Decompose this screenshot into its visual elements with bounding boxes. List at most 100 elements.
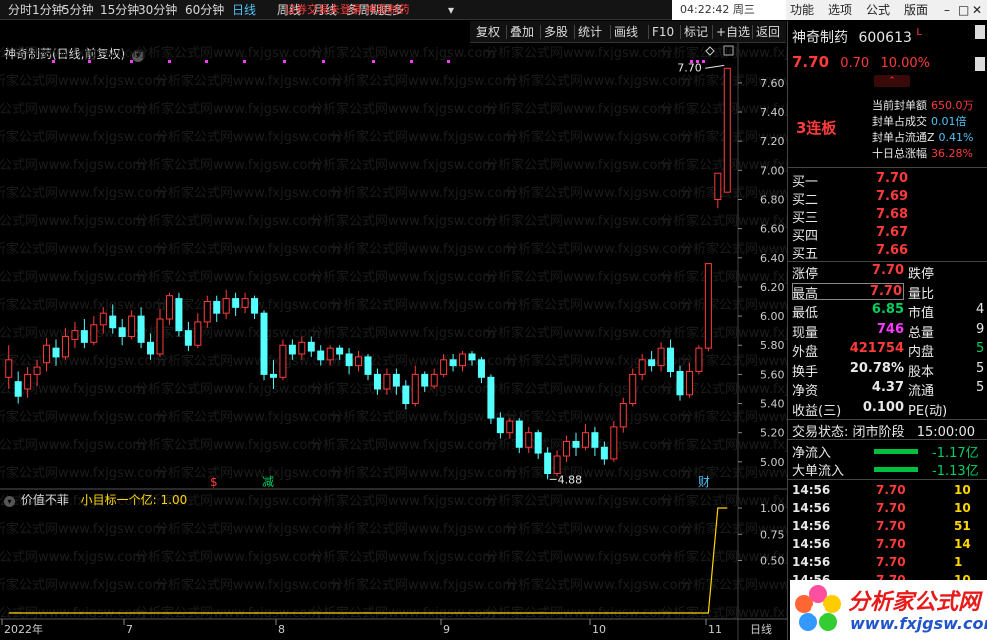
signal-dot <box>88 60 91 63</box>
candle-body <box>572 440 580 448</box>
timeframe-0[interactable]: 分时 <box>8 2 32 18</box>
candle-body <box>251 298 259 314</box>
quote-label-2: 流通 <box>908 384 935 399</box>
timeframe-4[interactable]: 30分钟 <box>138 2 177 18</box>
watermark-text: 分析家公式网www.fxjgsw.com <box>0 73 165 89</box>
tick-volume: 10 <box>954 483 971 497</box>
period-label: 日线 <box>750 622 772 636</box>
quote-value-2: 5 <box>976 380 985 395</box>
tick-time: 14:56 <box>792 483 831 497</box>
candle-body <box>61 335 69 358</box>
candle-body <box>109 315 117 329</box>
watermark-text: 分析家公式网www.fxjgsw.com <box>0 157 145 173</box>
candle <box>430 368 438 389</box>
watermark-text: 分析家公式网www.fxjgsw.com <box>0 101 145 117</box>
stock-tag: L <box>916 27 922 38</box>
candle-body <box>326 347 334 361</box>
menu-2[interactable]: 公式 <box>866 2 890 18</box>
watermark-text: 分析家公式网www.fxjgsw.com <box>505 129 690 145</box>
quote-label-2: PE(动) <box>908 403 948 419</box>
flow-label: 净流入 <box>792 446 832 461</box>
book-price: 7.66 <box>876 243 909 258</box>
candle <box>704 263 712 352</box>
signal-dot <box>372 60 375 63</box>
menu-3[interactable]: 版面 <box>904 2 928 18</box>
tick-row: 14:56 7.70 10 <box>792 501 971 515</box>
watermark-text: 分析家公式网www.fxjgsw.com <box>330 241 515 257</box>
window-min-icon[interactable]: – <box>944 2 950 18</box>
candle-body <box>685 370 693 396</box>
watermark-text: 分析家公式网www.fxjgsw.com <box>0 521 165 537</box>
book-price: 7.69 <box>876 189 909 204</box>
menu-1[interactable]: 选项 <box>828 2 852 18</box>
watermark-logo: 分析家公式网 www.fxjgsw.com <box>790 580 987 640</box>
price-label: 6.40 <box>760 252 785 265</box>
timeframe-6[interactable]: 日线 <box>232 2 256 18</box>
limit-row: 当前封单额 650.0万 <box>872 97 974 113</box>
timeframe-3[interactable]: 15分钟 <box>100 2 139 18</box>
stock-code: 600613 <box>858 30 912 46</box>
tick-price: 7.70 <box>876 555 906 569</box>
indicator-chevron-icon[interactable]: ▾ <box>4 496 15 507</box>
flow-bar <box>874 467 918 472</box>
candle-body <box>610 426 618 460</box>
quote-label-2: 股本 <box>908 364 935 380</box>
watermark-text: 分析家公式网www.fxjgsw.com <box>485 45 670 61</box>
candle <box>156 308 164 357</box>
high-annotation-arrow <box>705 64 725 69</box>
candle-body <box>648 359 656 367</box>
watermark-text: 分析家公式网www.fxjgsw.com <box>0 129 165 145</box>
watermark-text: 分析家公式网www.fxjgsw.com <box>330 409 515 425</box>
tick-volume: 1 <box>954 555 963 569</box>
expand-toggle[interactable]: ⌃ <box>874 75 910 87</box>
more-dropdown-icon[interactable]: ▾ <box>448 2 454 18</box>
candle-body <box>288 344 296 355</box>
signal-dot <box>696 60 699 63</box>
candle-body <box>43 344 51 364</box>
timeframe-5[interactable]: 60分钟 <box>185 2 224 18</box>
quote-value: 4.37 <box>871 380 904 395</box>
logo-url: www.fxjgsw.com <box>850 614 987 633</box>
scroll-down-button[interactable] <box>975 57 985 71</box>
candle-body <box>581 432 589 448</box>
candle <box>610 421 618 462</box>
candle-body <box>553 455 561 475</box>
price-chart[interactable]: 分析家公式网www.fxjgsw.com 分析家公式网www.fxjgsw.com… <box>0 21 787 640</box>
candle-body <box>317 350 325 361</box>
candle-body <box>515 420 523 448</box>
candle-body <box>260 312 268 375</box>
candle-body <box>241 298 249 308</box>
window-max-icon[interactable]: □ <box>958 2 969 18</box>
watermark-text: 分析家公式网www.fxjgsw.com <box>0 353 165 369</box>
menu-0[interactable]: 功能 <box>790 2 814 18</box>
watermark-text: 分析家公式网www.fxjgsw.com <box>155 465 340 481</box>
scroll-up-button[interactable] <box>975 25 985 39</box>
watermark-text: 分析家公式网www.fxjgsw.com <box>0 269 145 285</box>
watermark-text: 分析家公式网www.fxjgsw.com <box>135 549 320 565</box>
event-marker[interactable]: 减 <box>262 475 274 489</box>
candle-body <box>90 324 98 343</box>
candle-body <box>638 359 646 375</box>
event-marker[interactable]: $ <box>210 475 218 489</box>
watermark-text: 分析家公式网www.fxjgsw.com <box>0 241 165 257</box>
limit-row: 封单占成交 0.01倍 <box>872 113 967 129</box>
stock-header: 神奇制药 600613 L <box>792 27 922 47</box>
candle-body <box>695 347 703 372</box>
quote-value: 421754 <box>849 341 904 356</box>
timeframe-1[interactable]: 1分钟 <box>32 2 64 18</box>
candle-body <box>203 301 211 323</box>
event-marker[interactable]: 财 <box>698 475 710 489</box>
quote-value-2: 4 <box>976 302 985 317</box>
candle-body <box>667 347 675 372</box>
price-label: 5.00 <box>760 456 785 469</box>
tick-price: 7.70 <box>876 501 906 515</box>
date-label: 2022年 <box>4 622 43 636</box>
book-price: 7.67 <box>876 225 909 240</box>
indicator-axis-label: 0.50 <box>760 555 785 568</box>
candle-body <box>629 373 637 405</box>
price-label: 5.80 <box>760 339 785 352</box>
window-close-icon[interactable]: ✕ <box>972 2 982 18</box>
timeframe-2[interactable]: 5分钟 <box>62 2 94 18</box>
signal-dot <box>322 60 325 63</box>
order-book-row: 买三 7.68 <box>792 207 908 226</box>
